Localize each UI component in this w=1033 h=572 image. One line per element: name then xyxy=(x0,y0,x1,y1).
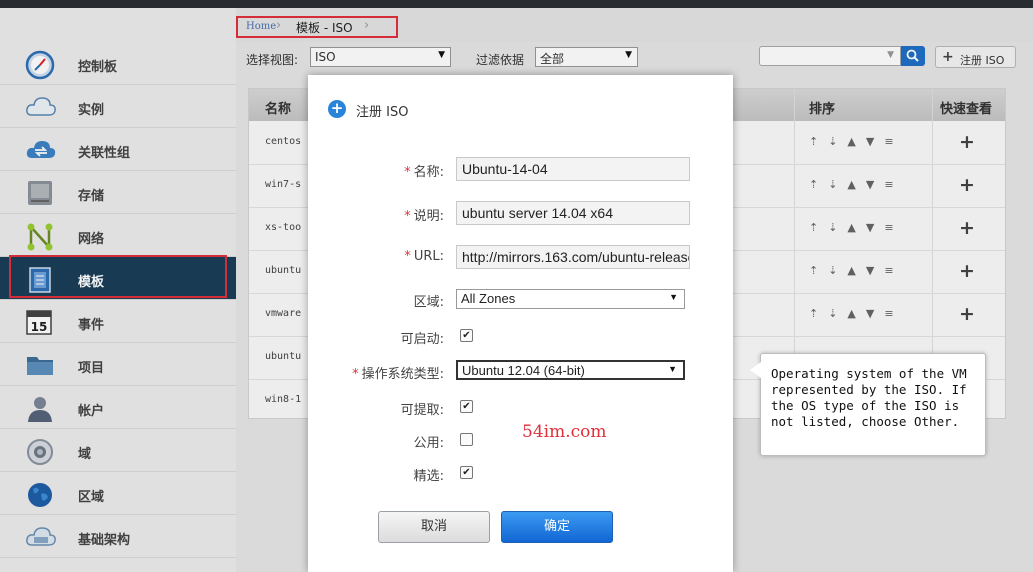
public-label: 公用: xyxy=(413,436,444,451)
dropdown-arrow-icon: ▼ xyxy=(669,292,678,302)
tooltip-arrow xyxy=(750,362,761,378)
url-label: * URL: xyxy=(308,249,444,264)
url-input[interactable]: http://mirrors.163.com/ubuntu-releases/ xyxy=(456,245,690,269)
zone-label: 区域: xyxy=(413,295,444,310)
bootable-label: 可启动: xyxy=(400,332,444,347)
extractable-label: 可提取: xyxy=(400,403,444,418)
required-asterisk: * xyxy=(404,165,411,180)
os-type-tooltip: Operating system of the VM represented b… xyxy=(750,353,986,456)
description-label-text: 说明: xyxy=(413,209,444,224)
description-label: * 说明: xyxy=(308,205,444,224)
os-type-select[interactable]: Ubuntu 12.04 (64-bit) ▼ xyxy=(456,360,685,380)
name-label-text: 名称: xyxy=(413,165,444,180)
public-checkbox[interactable] xyxy=(460,433,473,446)
dialog-title: 注册 ISO xyxy=(356,105,409,120)
required-asterisk: * xyxy=(352,367,359,382)
description-input[interactable]: ubuntu server 14.04 x64 xyxy=(456,201,690,225)
featured-label: 精选: xyxy=(413,469,444,484)
name-label: * 名称: xyxy=(308,161,444,180)
zone-select[interactable]: All Zones ▼ xyxy=(456,289,685,309)
url-label-text: URL: xyxy=(413,249,444,264)
os-type-select-value: Ubuntu 12.04 (64-bit) xyxy=(462,363,585,378)
plus-circle-icon: + xyxy=(328,100,346,118)
featured-checkbox[interactable]: ✔ xyxy=(460,466,473,479)
os-type-label-text: 操作系统类型: xyxy=(361,367,444,382)
extractable-checkbox[interactable]: ✔ xyxy=(460,400,473,413)
name-input[interactable]: Ubuntu-14-04 xyxy=(456,157,690,181)
required-asterisk: * xyxy=(404,249,411,264)
ok-button[interactable]: 确定 xyxy=(501,511,613,543)
register-iso-dialog: + 注册 ISO * 名称: Ubuntu-14-04 * 说明: ubuntu s… xyxy=(308,75,733,572)
watermark-text: 54im.com xyxy=(522,422,607,442)
tooltip-text: Operating system of the VM represented b… xyxy=(771,366,967,429)
cancel-button[interactable]: 取消 xyxy=(378,511,490,543)
os-type-label: * 操作系统类型: xyxy=(308,363,444,382)
bootable-checkbox[interactable]: ✔ xyxy=(460,329,473,342)
dropdown-arrow-icon: ▼ xyxy=(668,364,677,374)
zone-select-value: All Zones xyxy=(461,291,516,306)
required-asterisk: * xyxy=(404,209,411,224)
